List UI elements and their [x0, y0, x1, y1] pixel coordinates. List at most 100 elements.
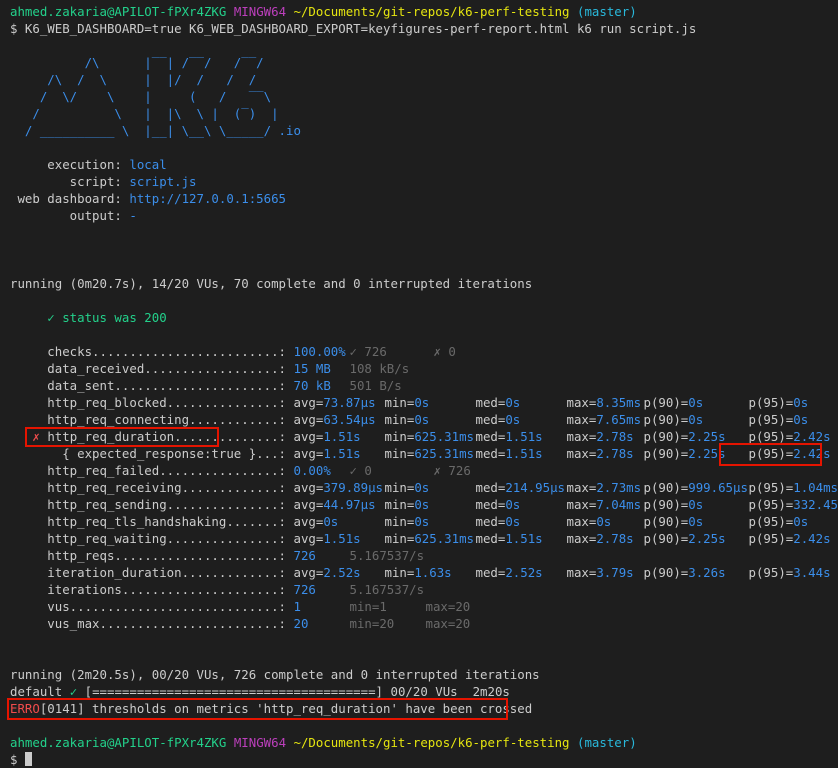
metric-stat-med: med=2.52s — [475, 565, 543, 580]
info-execution: execution: local — [10, 157, 167, 172]
metric-stat-min: min=625.31ms — [384, 446, 475, 461]
metric-label: http_req_connecting............: — [10, 412, 294, 427]
metric-stat-avg: avg=73.87µs — [293, 395, 376, 410]
metric-stat-min: min=0s — [384, 480, 430, 495]
metric-label: http_req_sending...............: — [10, 497, 294, 512]
metric-row: vus............................: 1 min=1 m… — [10, 599, 471, 614]
cursor[interactable] — [24, 752, 32, 766]
metric-stat-med: med=0s — [475, 497, 521, 512]
elapsed-time: 2m20s — [472, 684, 510, 699]
metric-stat-avg: avg=2.52s — [293, 565, 361, 580]
metric-stat-max: max=2.78s — [566, 531, 634, 546]
shell-name: MINGW64 — [233, 4, 287, 19]
info-output: output: - — [10, 208, 137, 223]
vus-count: 00/20 VUs — [390, 684, 458, 699]
k6-logo-line: /\ / \ | |/ / / / — [10, 72, 257, 87]
metric-stat-min: min=0s — [384, 514, 430, 529]
shell-prompt: ahmed.zakaria@APILOT-fPXr4ZKG MINGW64 ~/… — [10, 735, 637, 750]
metric-stat-p95: p(95)=1.04ms — [748, 480, 838, 495]
metric-stat-max: max=2.73ms — [566, 480, 642, 495]
metric-stat-p95: p(95)=0s — [748, 514, 809, 529]
metric-stat-avg: avg=1.51s — [293, 429, 361, 444]
metric-stat-med: med=0s — [475, 395, 521, 410]
highlight-box-p95 — [719, 443, 822, 466]
metric-stat-max: max=3.79s — [566, 565, 634, 580]
metric-stat-avg: avg=1.51s — [293, 531, 361, 546]
metric-label: http_req_tls_handshaking.......: — [10, 514, 294, 529]
metric-row: http_req_failed................: 0.00% ✓ … — [10, 463, 471, 478]
metric-label: http_req_receiving.............: — [10, 480, 294, 495]
metric-stat-min: min=625.31ms — [384, 429, 475, 444]
terminal-window[interactable]: ahmed.zakaria@APILOT-fPXr4ZKG MINGW64 ~/… — [0, 0, 838, 767]
k6-logo-line: / \/ \ | ( / ‾‾\ — [10, 89, 272, 104]
metric-label: iteration_duration.............: — [10, 565, 294, 580]
metric-stat-p90: p(90)=2.25s — [643, 531, 726, 546]
metric-stat-p90: p(90)=0s — [643, 514, 704, 529]
metric-stat-avg: avg=1.51s — [293, 446, 361, 461]
metric-label: http_req_waiting...............: — [10, 531, 294, 546]
metric-row: checks.........................: 100.00%… — [10, 344, 456, 359]
metric-stat-max: max=0s — [566, 514, 612, 529]
metric-stat-p90: p(90)=3.26s — [643, 565, 726, 580]
metric-stat-p95: p(95)=2.42s — [748, 429, 831, 444]
metric-row: vus_max........................: 20 min=2… — [10, 616, 471, 631]
current-path: ~/Documents/git-repos/k6-perf-testing — [293, 4, 570, 19]
highlight-box-duration — [25, 427, 219, 447]
metric-stat-max: max=7.04ms — [566, 497, 642, 512]
metric-stat-min: min=1.63s — [384, 565, 452, 580]
metric-row: http_req_connecting............: avg=63.… — [10, 411, 808, 428]
metric-stat-med: med=0s — [475, 514, 521, 529]
metric-stat-med: med=1.51s — [475, 429, 543, 444]
metric-stat-max: max=8.35ms — [566, 395, 642, 410]
scenario-name: default — [10, 684, 63, 699]
metric-stat-min: min=0s — [384, 412, 430, 427]
running-status: running (0m20.7s), 14/20 VUs, 70 complet… — [10, 276, 533, 291]
progress-bar: [======================================] — [84, 684, 384, 699]
metric-stat-max: max=7.65ms — [566, 412, 642, 427]
metric-row: { expected_response:true }...: avg=1.51s… — [10, 445, 830, 462]
metric-row: http_req_tls_handshaking.......: avg=0s m… — [10, 513, 808, 530]
metric-label: http_req_blocked...............: — [10, 395, 294, 410]
metric-stat-avg: avg=63.54µs — [293, 412, 376, 427]
metric-stat-p95: p(95)=3.44s — [748, 565, 831, 580]
metric-row: http_req_blocked...............: avg=73.… — [10, 394, 808, 411]
metric-label: { expected_response:true }...: — [10, 446, 294, 461]
metric-stat-avg: avg=379.89µs — [293, 480, 384, 495]
running-status-final: running (2m20.5s), 00/20 VUs, 726 comple… — [10, 667, 540, 682]
metric-row: http_req_sending...............: avg=44.… — [10, 496, 838, 513]
command-line: $ K6_WEB_DASHBOARD=true K6_WEB_DASHBOARD… — [10, 21, 697, 36]
metric-row: data_sent......................: 70 kB 50… — [10, 378, 402, 393]
info-web-dashboard: web dashboard: http://127.0.0.1:5665 — [10, 191, 287, 206]
metric-stat-max: max=2.78s — [566, 429, 634, 444]
metric-row: iteration_duration.............: avg=2.5… — [10, 564, 831, 581]
metric-stat-p95: p(95)=0s — [748, 395, 809, 410]
metric-stat-max: max=2.78s — [566, 446, 634, 461]
git-branch: (master) — [576, 4, 637, 19]
metric-stat-p95: p(95)=332.45µs — [748, 497, 838, 512]
info-script: script: script.js — [10, 174, 197, 189]
metric-stat-p95: p(95)=0s — [748, 412, 809, 427]
metric-row: http_req_receiving.............: avg=379… — [10, 479, 838, 496]
metric-stat-min: min=0s — [384, 395, 430, 410]
metric-stat-min: min=0s — [384, 497, 430, 512]
k6-logo-line: / __________ \ |__| \__\ \_____/ .io — [10, 123, 301, 138]
metric-stat-avg: avg=44.97µs — [293, 497, 376, 512]
metric-stat-med: med=214.95µs — [475, 480, 566, 495]
metric-row: iterations.....................: 726 5.16… — [10, 582, 425, 597]
user-host: ahmed.zakaria@APILOT-fPXr4ZKG — [10, 4, 227, 19]
check-mark-icon: ✓ — [69, 684, 78, 699]
k6-logo-line: /\ |‾‾| /‾‾/ /‾‾/ — [10, 55, 264, 70]
metric-stat-p90: p(90)=0s — [643, 395, 704, 410]
shell-prompt: ahmed.zakaria@APILOT-fPXr4ZKG MINGW64 ~/… — [10, 3, 637, 20]
metric-stat-min: min=625.31ms — [384, 531, 475, 546]
metric-row: data_received..................: 15 MB 10… — [10, 361, 410, 376]
metric-stat-p90: p(90)=0s — [643, 497, 704, 512]
metric-stat-p90: p(90)=999.65µs — [643, 480, 748, 495]
metric-stat-avg: avg=0s — [293, 514, 339, 529]
metric-stat-med: med=1.51s — [475, 446, 543, 461]
metric-stat-p95: p(95)=2.42s — [748, 531, 831, 546]
highlight-box-error — [7, 698, 508, 720]
metric-row: http_reqs......................: 726 5.16… — [10, 548, 425, 563]
k6-logo-line: / \ | |\ \ | (‾) | — [10, 106, 279, 121]
metric-stat-p90: p(90)=0s — [643, 412, 704, 427]
